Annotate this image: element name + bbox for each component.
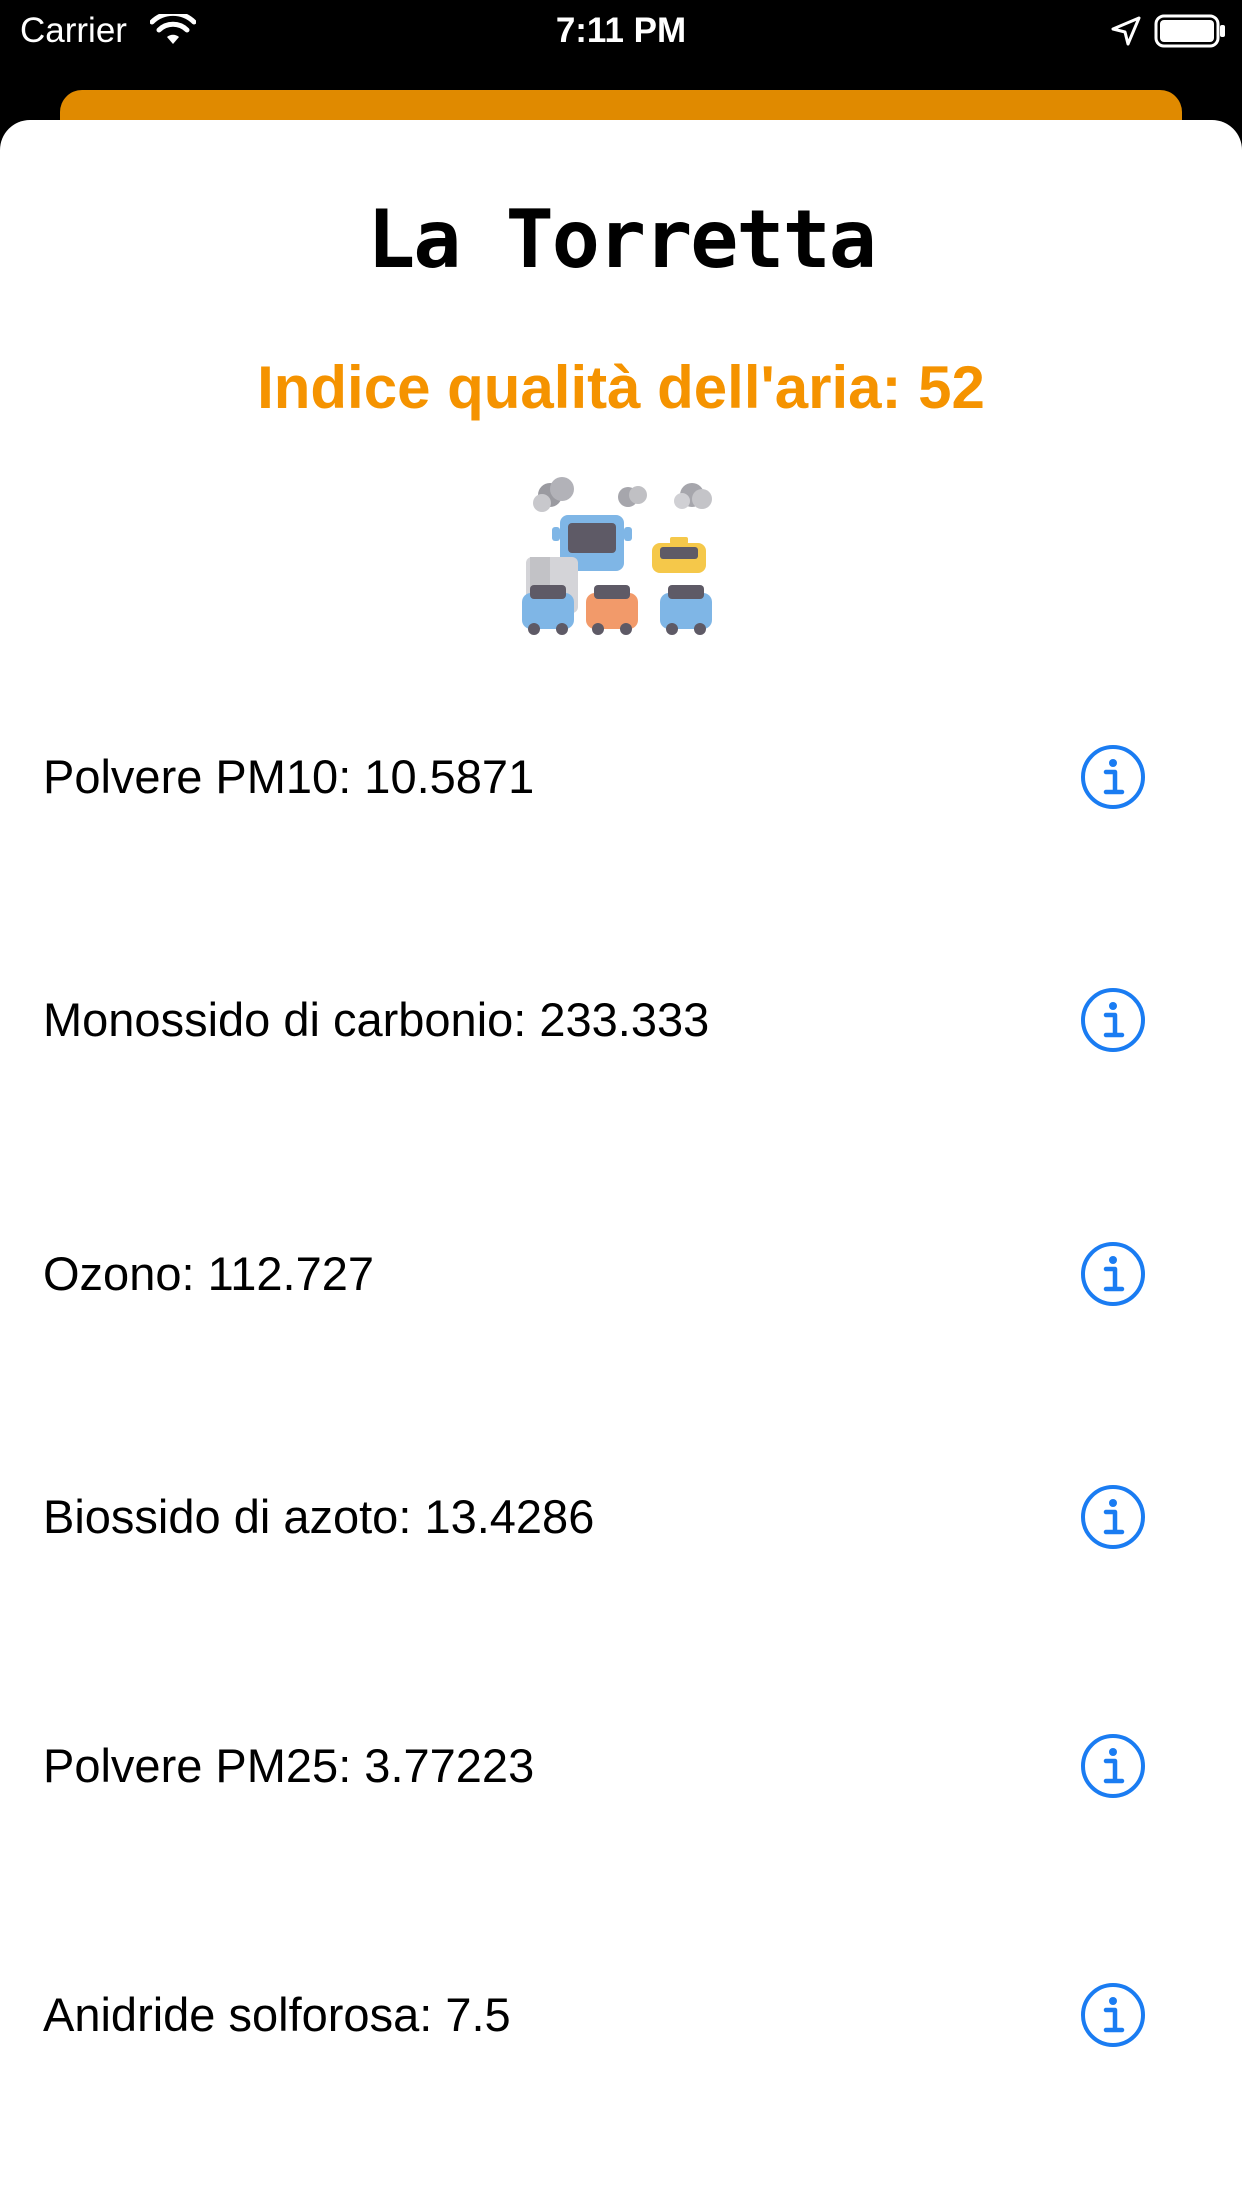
pollutant-label: Monossido di carbonio: 233.333 — [43, 993, 710, 1046]
pollutant-label: Anidride solforosa: 7.5 — [43, 1988, 511, 2041]
info-icon[interactable] — [1080, 1733, 1146, 1799]
pollutant-row-pm25: Polvere PM25: 3.77223 — [0, 1721, 1242, 1811]
pollutant-row-nitrogen-dioxide: Biossido di azoto: 13.4286 — [0, 1472, 1242, 1562]
location-arrow-icon — [1111, 16, 1141, 46]
detail-sheet: La Torretta Indice qualità dell'aria: 52 — [0, 120, 1242, 2208]
info-icon[interactable] — [1080, 1241, 1146, 1307]
battery-icon — [1154, 14, 1225, 48]
info-icon[interactable] — [1080, 987, 1146, 1053]
info-icon[interactable] — [1080, 1982, 1146, 2048]
pollutant-label: Polvere PM10: 10.5871 — [43, 750, 535, 803]
pollutant-row-carbon-monoxide: Monossido di carbonio: 233.333 — [0, 975, 1242, 1065]
status-bar: Carrier 7:11 PM — [0, 0, 1242, 62]
pollutant-row-pm10: Polvere PM10: 10.5871 — [0, 732, 1242, 822]
pollutant-label: Biossido di azoto: 13.4286 — [43, 1490, 595, 1543]
pollutant-label: Ozono: 112.727 — [43, 1247, 374, 1300]
pollutant-row-ozone: Ozono: 112.727 — [0, 1229, 1242, 1319]
air-quality-index: Indice qualità dell'aria: 52 — [257, 354, 985, 421]
pollutant-label: Polvere PM25: 3.77223 — [43, 1739, 535, 1792]
station-title: La Torretta — [367, 193, 877, 286]
pollutant-row-sulfur-dioxide: Anidride solforosa: 7.5 — [0, 1970, 1242, 2060]
app-screen: Carrier 7:11 PM La Torretta Indice quali… — [0, 0, 1242, 2208]
status-time: 7:11 PM — [555, 11, 687, 50]
traffic-pollution-icon — [522, 477, 712, 635]
info-icon[interactable] — [1080, 1484, 1146, 1550]
info-icon[interactable] — [1080, 744, 1146, 810]
